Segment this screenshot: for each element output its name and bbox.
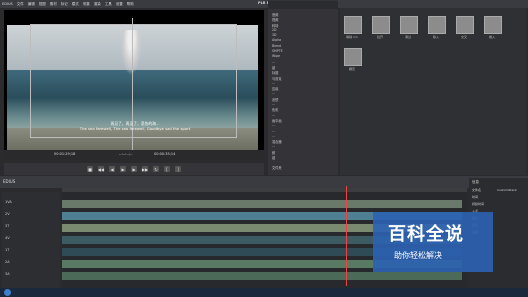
audio-clip[interactable] <box>62 272 462 280</box>
effect-tile[interactable] <box>456 16 474 34</box>
track-headers: 1VA 2V 3T 4V 1T 2A 3A <box>2 192 60 288</box>
menu-item-9[interactable]: 设置 <box>116 2 123 7</box>
playhead[interactable] <box>346 186 347 286</box>
watermark-subtitle: 助你轻松解决 <box>394 251 442 260</box>
timeline-app-name: EDIUS <box>3 179 16 184</box>
stop-icon[interactable]: ■ <box>87 166 93 172</box>
center-guide <box>132 18 133 153</box>
player-controls: ■ ◀◀ ◀ ▶ ▶ ▶▶ ↻ [ ] <box>4 163 264 175</box>
bin-header <box>268 1 338 9</box>
menu-item-5[interactable]: 模式 <box>72 2 79 7</box>
prev-frame-icon[interactable]: ◀ <box>109 166 115 172</box>
tc-in: 00:01:29;18 <box>54 152 76 156</box>
fast-forward-icon[interactable]: ▶▶ <box>142 166 148 172</box>
track-label[interactable]: 4V <box>5 236 10 240</box>
menu-item-4[interactable]: 标记 <box>61 2 68 7</box>
folder-tree: 音频 视频 转场 2D 3D Alpha Blend SMPTE Wipe ..… <box>272 12 337 162</box>
watermark-title: 百科全说 <box>388 224 464 245</box>
effect-label: 滑过 <box>404 35 411 39</box>
track-label[interactable]: 1VA <box>5 200 12 204</box>
menu-item-2[interactable]: 视图 <box>39 2 46 7</box>
subtitle-en: The sea farewell, The sea farewell, Good… <box>79 126 191 131</box>
loop-icon[interactable]: ↻ <box>153 166 159 172</box>
tc-out: --:--:--;-- <box>119 152 133 156</box>
info-row: 文件名 <box>472 188 482 192</box>
effects-panel: 擦除 1/1 拉开 滑过 移入 交叉 推入 翻页 <box>340 8 526 175</box>
effect-tile[interactable] <box>428 16 446 34</box>
menu-bar: EDIUS 文件 编辑 视图 素材 标记 模式 采集 渲染 工具 设置 帮助 P… <box>0 0 528 8</box>
play-icon[interactable]: ▶ <box>120 166 126 172</box>
menu-item-6[interactable]: 采集 <box>83 2 90 7</box>
menu-item-0[interactable]: 文件 <box>17 2 24 7</box>
mark-in-icon[interactable]: [ <box>164 166 170 172</box>
effect-label: 交叉 <box>460 35 467 39</box>
taskbar <box>0 288 528 297</box>
effect-label: 擦除 1/1 <box>346 35 358 39</box>
effect-label: 推入 <box>488 35 495 39</box>
menu-item-1[interactable]: 编辑 <box>28 2 35 7</box>
effect-tile[interactable] <box>344 16 362 34</box>
info-row: 时间 <box>472 195 479 199</box>
tc-dur: 00:00:35;14 <box>154 152 176 156</box>
track-label[interactable]: 2A <box>5 260 10 264</box>
effect-label: 翻页 <box>348 67 355 71</box>
mark-out-icon[interactable]: ] <box>175 166 181 172</box>
menu-item-10[interactable]: 帮助 <box>127 2 134 7</box>
effect-tile[interactable] <box>400 16 418 34</box>
timeline-toolbar: EDIUS <box>0 176 528 188</box>
effect-tile[interactable] <box>344 48 362 66</box>
effect-tile[interactable] <box>484 16 502 34</box>
effect-tile[interactable] <box>372 16 390 34</box>
info-label: 信息 <box>472 180 479 184</box>
folder-item[interactable]: 键 <box>272 155 337 160</box>
bin-label: 文件夹 <box>272 166 282 170</box>
track-label[interactable]: 3T <box>5 224 9 228</box>
menu-item-3[interactable]: 素材 <box>50 2 57 7</box>
menu-item-8[interactable]: 工具 <box>105 2 112 7</box>
track-label[interactable]: 2V <box>5 212 10 216</box>
video-clip[interactable] <box>62 200 462 208</box>
effect-label: 移入 <box>432 35 439 39</box>
info-row: 持续时间 <box>472 202 485 206</box>
player-timecode-bar: 00:01:29;18 --:--:--;-- 00:00:35;14 <box>4 150 264 160</box>
effect-label: 拉开 <box>376 35 383 39</box>
app-name: EDIUS <box>2 2 13 6</box>
info-row: CustomStack <box>497 188 517 192</box>
track-label[interactable]: 1T <box>5 248 9 252</box>
rewind-icon[interactable]: ◀◀ <box>98 166 104 172</box>
start-icon[interactable] <box>4 289 11 296</box>
track-label[interactable]: 3A <box>5 272 10 276</box>
next-frame-icon[interactable]: ▶ <box>131 166 137 172</box>
menu-item-7[interactable]: 渲染 <box>94 2 101 7</box>
